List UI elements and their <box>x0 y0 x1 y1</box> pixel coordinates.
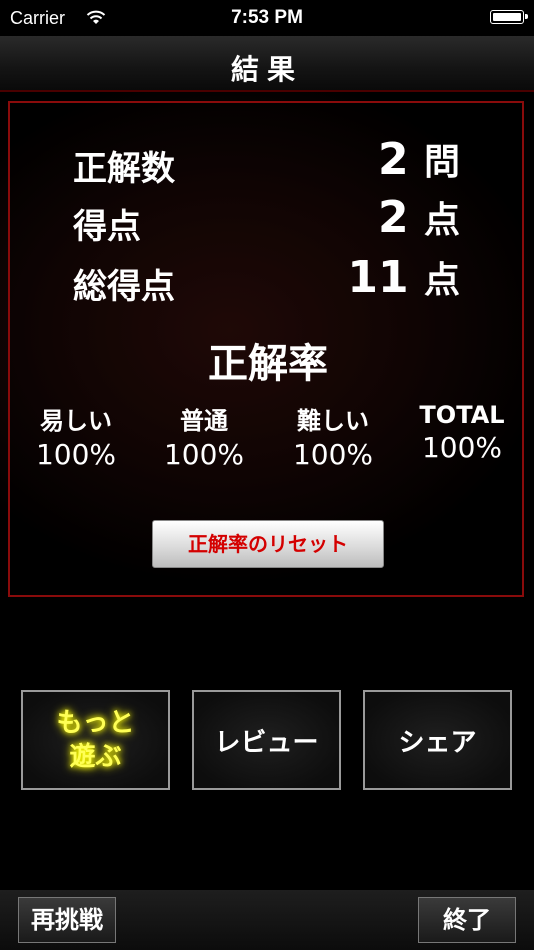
rate-easy-label: 易しい <box>40 407 112 435</box>
rate-hard-value: 100% <box>292 438 374 471</box>
review-label: レビュー <box>214 727 319 758</box>
rate-easy-value: 100% <box>35 438 117 471</box>
retry-button[interactable]: 再挑戦 <box>18 897 116 943</box>
rate-easy: 易しい 100% <box>16 401 136 471</box>
score-number: 2 <box>378 192 409 243</box>
share-button[interactable]: シェア <box>363 690 512 790</box>
correct-count-label: 正解数 <box>73 149 175 189</box>
score-unit: 点 <box>423 200 460 241</box>
accuracy-title: 正解率 <box>208 341 328 387</box>
play-more-button[interactable]: もっと 遊ぶ <box>21 690 170 790</box>
reset-accuracy-button[interactable]: 正解率のリセット <box>152 520 384 568</box>
correct-count-unit: 問 <box>423 142 460 183</box>
correct-count-value: 2 問 <box>378 133 460 185</box>
total-score-label: 総得点 <box>73 267 175 307</box>
total-score-value: 11 点 <box>347 251 460 303</box>
battery-icon <box>490 10 528 24</box>
page-title: 結果 <box>230 53 303 86</box>
rate-total-label: TOTAL <box>419 401 505 429</box>
results-panel: 正解数 2 問 得点 2 点 総得点 11 点 正解率 易しい 100% 普通 … <box>8 101 524 597</box>
rate-total: TOTAL 100% <box>402 401 522 464</box>
correct-count-number: 2 <box>378 134 409 185</box>
status-time: 7:53 PM <box>231 7 303 28</box>
rate-hard-label: 難しい <box>297 407 369 435</box>
rate-total-value: 100% <box>421 431 503 464</box>
score-value: 2 点 <box>378 191 460 243</box>
rate-hard: 難しい 100% <box>273 401 393 471</box>
total-score-number: 11 <box>347 252 409 303</box>
rate-normal: 普通 100% <box>144 401 264 471</box>
finish-button[interactable]: 終了 <box>418 897 516 943</box>
play-more-line2: 遊ぶ <box>69 742 122 772</box>
rate-normal-label: 普通 <box>180 407 228 435</box>
total-score-unit: 点 <box>423 260 460 301</box>
score-label: 得点 <box>73 207 141 247</box>
status-bar: Carrier 7:53 PM <box>0 0 534 36</box>
review-button[interactable]: レビュー <box>192 690 341 790</box>
play-more-label: もっと 遊ぶ <box>56 706 134 774</box>
nav-header: 結果 <box>0 36 534 92</box>
rate-normal-value: 100% <box>163 438 245 471</box>
share-label: シェア <box>398 727 477 758</box>
play-more-line1: もっと <box>56 708 135 738</box>
footer-bar: 再挑戦 終了 <box>0 890 534 950</box>
